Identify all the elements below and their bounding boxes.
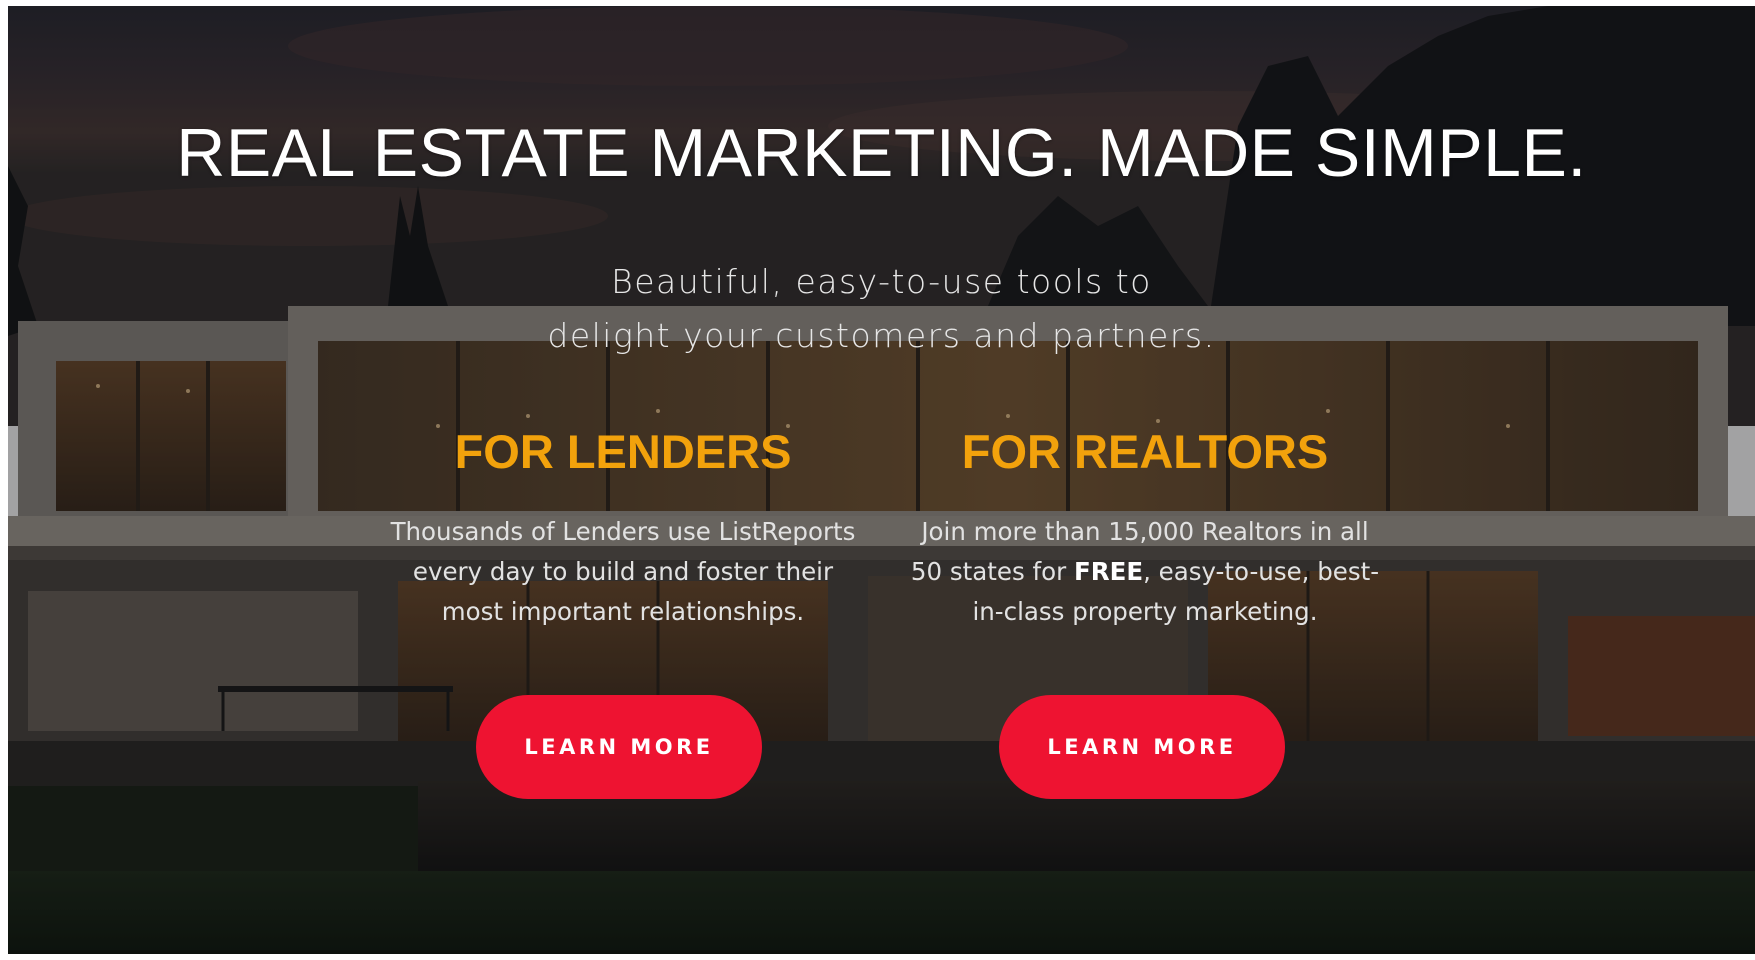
lenders-description-line: most important relationships. xyxy=(441,597,805,626)
realtors-text-segment: 50 states for xyxy=(910,557,1074,586)
free-highlight: FREE xyxy=(1073,557,1144,586)
lenders-column: FOR LENDERS Thousands of Lenders use Lis… xyxy=(363,420,883,632)
lenders-description-line: Thousands of Lenders use ListReports xyxy=(390,517,856,546)
lenders-title: FOR LENDERS xyxy=(454,425,792,478)
realtors-title: FOR REALTORS xyxy=(961,425,1329,478)
realtors-column: FOR REALTORS Join more than 15,000 Realt… xyxy=(885,420,1405,632)
realtors-description-line: 50 states for FREE, easy-to-use, best- xyxy=(885,552,1405,592)
realtors-description-line: Join more than 15,000 Realtors in all xyxy=(921,517,1369,546)
hero-subline-2: delight your customers and partners. xyxy=(547,316,1216,355)
lenders-description-line: every day to build and foster their xyxy=(412,557,834,586)
realtors-description-line: in-class property marketing. xyxy=(972,597,1318,626)
realtors-description: Join more than 15,000 Realtors in all 50… xyxy=(885,512,1405,632)
page-headline: REAL ESTATE MARKETING. MADE SIMPLE. xyxy=(176,115,1587,191)
lenders-learn-more-button[interactable]: LEARN MORE xyxy=(476,695,762,799)
hero-subline-1: Beautiful, easy-to-use tools to xyxy=(611,262,1152,301)
lenders-description: Thousands of Lenders use ListReports eve… xyxy=(363,512,883,632)
realtors-text-segment: , easy-to-use, best- xyxy=(1143,557,1380,586)
realtors-learn-more-button[interactable]: LEARN MORE xyxy=(999,695,1285,799)
hero-section: REAL ESTATE MARKETING. MADE SIMPLE. Beau… xyxy=(8,6,1755,954)
